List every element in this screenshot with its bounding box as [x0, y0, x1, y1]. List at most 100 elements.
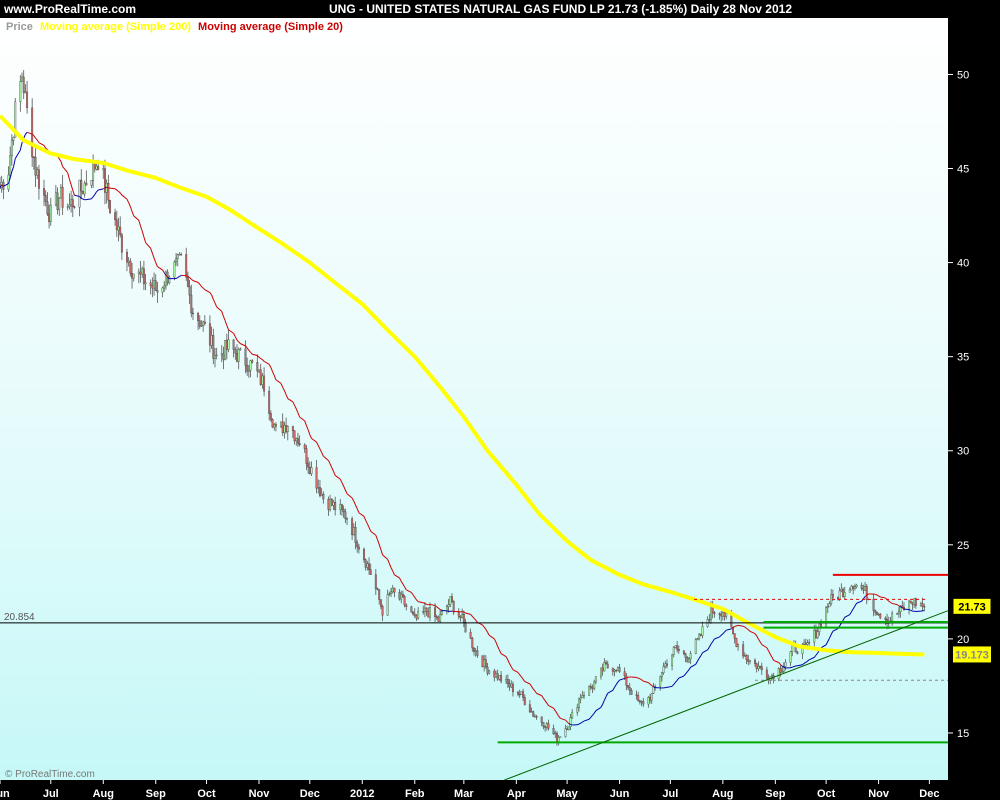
ma20-segment — [517, 672, 521, 676]
candle — [725, 612, 728, 617]
candle — [114, 212, 117, 221]
candle — [305, 448, 308, 464]
candle — [107, 183, 110, 201]
ma20-segment — [754, 633, 758, 637]
candle — [178, 254, 181, 256]
candle — [542, 722, 545, 727]
ma20-segment — [92, 194, 96, 198]
candle — [522, 691, 525, 698]
ma20-segment — [36, 139, 40, 143]
candle — [498, 675, 501, 680]
candle — [340, 504, 343, 510]
candle — [544, 726, 547, 728]
candle — [307, 463, 310, 468]
candle — [637, 695, 640, 702]
ma20-segment — [768, 650, 771, 655]
candle — [594, 676, 597, 683]
candle — [474, 650, 477, 652]
candle — [457, 611, 460, 617]
candle — [545, 723, 548, 728]
ma20-segment — [429, 603, 436, 607]
ma20-segment — [13, 158, 16, 167]
candle — [119, 226, 122, 236]
ma20-segment — [140, 225, 143, 232]
candle — [366, 563, 369, 568]
ma20-segment — [141, 230, 145, 238]
candle — [649, 697, 652, 701]
ma20-segment — [98, 188, 104, 191]
ma20-segment — [683, 673, 687, 677]
candle — [473, 647, 475, 652]
candle — [273, 424, 276, 428]
candle — [913, 598, 916, 605]
candle — [92, 161, 95, 181]
candle — [156, 290, 159, 293]
ma20-segment — [792, 666, 795, 668]
candle — [374, 574, 377, 589]
candle — [511, 683, 514, 692]
candle — [689, 653, 692, 660]
candle — [874, 610, 877, 613]
candle — [848, 589, 851, 593]
ma20-segment — [675, 679, 678, 683]
candle — [19, 81, 22, 103]
candle — [61, 186, 64, 208]
ma20-segment — [578, 722, 581, 725]
candle — [676, 645, 679, 650]
candle — [202, 321, 205, 326]
candle — [215, 354, 218, 356]
candle — [852, 585, 855, 589]
ma20-segment — [252, 353, 258, 357]
ma20-segment — [825, 641, 829, 645]
ma20-segment — [890, 601, 893, 604]
candle — [161, 287, 164, 293]
x-tick-label: Sep — [146, 788, 166, 800]
ma20-segment — [222, 316, 226, 321]
candle — [234, 349, 237, 354]
candle — [291, 426, 294, 431]
candle — [718, 613, 721, 615]
candle — [686, 657, 689, 663]
candle — [346, 518, 348, 520]
ma20-segment — [759, 641, 763, 645]
ma20-segment — [676, 677, 680, 681]
ma20-segment — [749, 630, 756, 635]
candle — [510, 683, 513, 688]
ma20-segment — [133, 215, 140, 221]
ma20-segment — [138, 220, 141, 227]
ma20-segment — [153, 257, 157, 263]
candle — [203, 321, 206, 324]
ma20-segment — [273, 375, 277, 380]
ma20-segment — [802, 663, 805, 666]
candle — [591, 687, 594, 689]
candle — [842, 589, 845, 597]
candle — [659, 676, 662, 687]
candle — [579, 697, 582, 700]
candle — [320, 493, 323, 497]
ma20-segment — [309, 434, 312, 439]
ma20-segment — [250, 351, 253, 355]
candle — [803, 642, 806, 645]
ma20-segment — [536, 692, 542, 697]
ma20-segment — [844, 614, 851, 618]
candle — [843, 592, 846, 597]
ma20-segment — [544, 700, 548, 704]
candle — [439, 614, 442, 622]
ma20-segment — [769, 653, 773, 658]
candle — [484, 659, 487, 668]
candle — [471, 638, 474, 649]
candle — [476, 650, 479, 656]
candle — [837, 597, 839, 600]
ma20-segment — [553, 707, 556, 711]
candle — [423, 607, 426, 612]
ma20-segment — [96, 189, 99, 193]
candle — [488, 670, 491, 674]
candle — [120, 234, 123, 253]
x-tick-label: Sep — [765, 788, 785, 800]
ma20-segment — [118, 191, 121, 194]
candle — [627, 685, 630, 688]
ma20-segment — [228, 329, 234, 334]
ma20-segment — [619, 677, 625, 681]
ma20-segment — [483, 626, 487, 630]
ma20-segment — [334, 475, 341, 480]
